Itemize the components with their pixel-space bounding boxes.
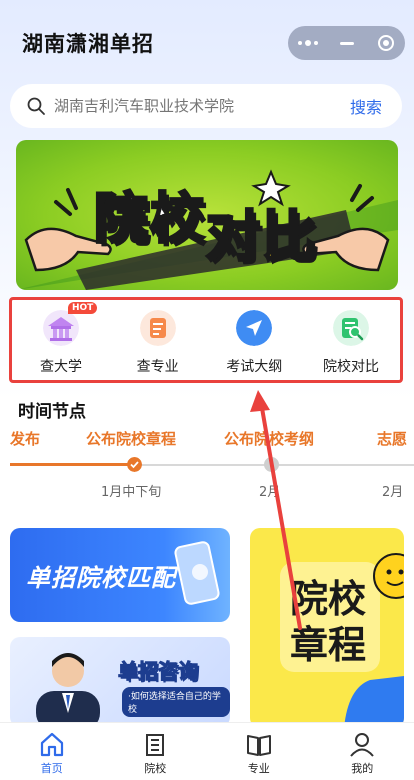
outline-icon [236, 310, 273, 346]
top-bar: 湖南潇湘单招 [0, 0, 414, 84]
charter-title: 院校 章程 [290, 576, 366, 668]
charter-line1: 院校 [290, 577, 367, 621]
minimize-icon [339, 41, 354, 45]
tab-label: 我的 [351, 762, 374, 775]
bottom-tab-bar: 首页 院校 专业 我的 [0, 722, 414, 780]
quick-nav-major[interactable]: 查专业 [115, 300, 201, 380]
more-dots-icon [297, 40, 318, 46]
banner-title-part1: 院校 [93, 186, 206, 252]
more-menu-button[interactable] [290, 26, 326, 60]
major-icon [139, 310, 176, 346]
consult-card[interactable]: 单招咨询 ·如何选择适合自己的学校 [10, 637, 230, 727]
search-bar: 搜索 [10, 84, 402, 128]
quick-nav-label: 查大学 [40, 359, 82, 375]
mini-program-capsule [288, 26, 405, 60]
quick-nav-university[interactable]: HOT 查大学 [18, 300, 104, 380]
timeline-event: 志愿 [377, 430, 408, 448]
consult-subtitle: ·如何选择适合自己的学校 [122, 687, 230, 717]
tab-label: 首页 [40, 762, 63, 775]
banner-title: 院校对比 [93, 174, 318, 270]
tab-home[interactable]: 首页 [0, 723, 104, 780]
timeline-date: 1月中下旬 [101, 485, 162, 500]
hot-badge: HOT [68, 302, 98, 314]
tab-majors[interactable]: 专业 [207, 723, 311, 780]
home-icon [40, 732, 63, 757]
school-match-title: 单招院校匹配 [26, 564, 176, 592]
quick-nav-school-compare[interactable]: 院校对比 [308, 300, 394, 380]
search-input[interactable] [54, 97, 350, 115]
timeline-progress [10, 463, 135, 466]
consult-title: 单招咨询 [118, 659, 199, 684]
book-icon [246, 735, 271, 756]
quick-nav-label: 查专业 [136, 359, 179, 375]
quick-nav-highlighted: HOT 查大学 查专业 考试大纲 院校对比 [9, 297, 403, 383]
minimize-button[interactable] [329, 26, 365, 60]
timeline-event: 发布 [10, 430, 41, 448]
timeline-event: 公布院校章程 [86, 430, 177, 448]
timeline[interactable]: 发布 公布院校章程 公布院校考纲 志愿 1月中下旬 2月 2月 [0, 428, 414, 500]
university-icon [43, 310, 79, 346]
banner-school-compare[interactable]: 院校对比 [16, 140, 398, 290]
banner-title-part2: 对比 [205, 204, 318, 270]
quick-nav-label: 院校对比 [322, 359, 379, 375]
search-button[interactable]: 搜索 [350, 94, 382, 118]
tab-schools[interactable]: 院校 [104, 723, 208, 780]
timeline-date: 2月 [382, 485, 404, 500]
charter-line2: 章程 [290, 623, 367, 667]
phone-icon [174, 541, 220, 605]
tab-label: 专业 [247, 762, 270, 775]
timeline-event: 公布院校考纲 [224, 430, 315, 448]
close-button[interactable] [368, 26, 404, 60]
check-icon [127, 457, 142, 472]
advisor-avatar [36, 653, 100, 727]
quick-nav-exam-outline[interactable]: 考试大纲 [211, 300, 297, 380]
tab-mine[interactable]: 我的 [311, 723, 414, 780]
close-target-icon [377, 35, 394, 51]
user-icon [350, 733, 375, 757]
timeline-node [264, 457, 279, 472]
school-charter-card[interactable]: 院校 章程 [250, 528, 404, 728]
compare-icon [332, 310, 369, 346]
tab-label: 院校 [144, 762, 167, 775]
school-match-card[interactable]: 单招院校匹配 [10, 528, 230, 622]
search-icon [27, 97, 45, 115]
timeline-title: 时间节点 [18, 402, 86, 422]
timeline-date: 2月 [259, 485, 281, 500]
building-icon [146, 734, 165, 756]
quick-nav-label: 考试大纲 [226, 359, 283, 375]
app-title: 湖南潇湘单招 [22, 32, 154, 56]
